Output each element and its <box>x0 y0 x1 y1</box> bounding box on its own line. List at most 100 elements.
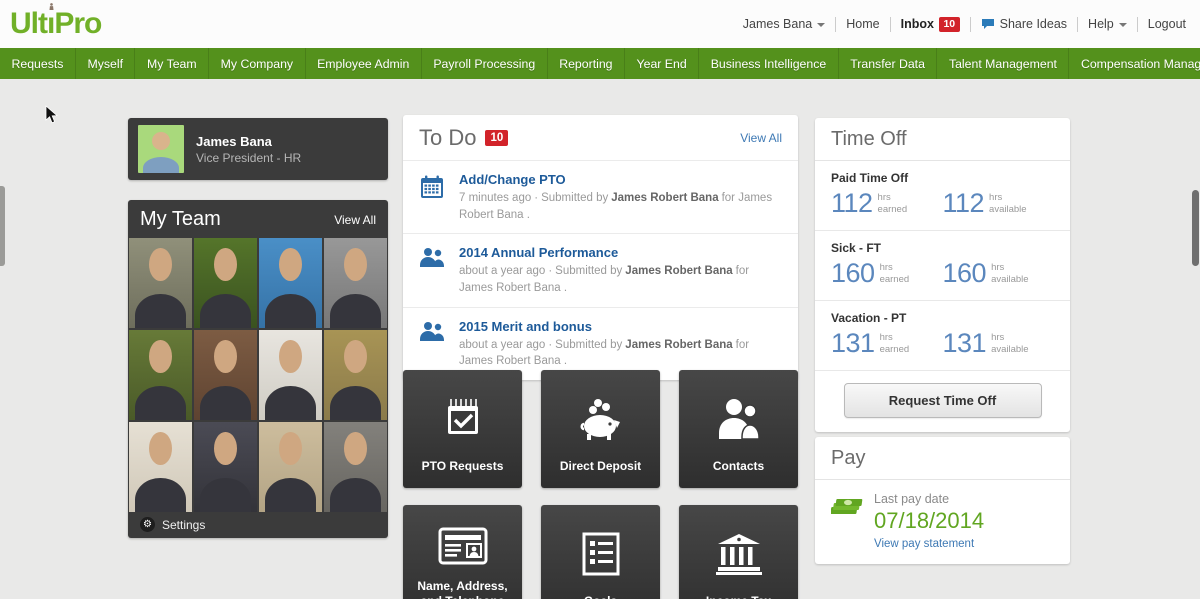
tile-income-tax[interactable]: Income Tax <box>679 505 798 599</box>
nav-item-talent-management[interactable]: Talent Management <box>937 48 1069 79</box>
profile-job-title: Vice President - HR <box>196 151 301 165</box>
team-member-photo[interactable] <box>324 330 387 420</box>
todo-card: To Do 10 View All Add/Change PTO 7 minut… <box>403 115 798 380</box>
team-member-photo[interactable] <box>129 330 192 420</box>
pay-header: Pay <box>815 437 1070 480</box>
earned-unit: hrsearned <box>878 192 908 215</box>
todo-item-title[interactable]: 2015 Merit and bonus <box>459 319 782 334</box>
team-member-photo[interactable] <box>194 330 257 420</box>
my-team-settings[interactable]: ⚙ Settings <box>128 512 388 538</box>
team-member-photo[interactable] <box>324 422 387 512</box>
nav-item-employee-admin[interactable]: Employee Admin <box>306 48 422 79</box>
todo-item-title[interactable]: Add/Change PTO <box>459 172 782 187</box>
money-icon <box>831 492 863 550</box>
last-pay-date-label: Last pay date <box>874 492 984 506</box>
todo-item[interactable]: 2014 Annual Performance about a year ago… <box>403 233 798 306</box>
scrollbar-thumb[interactable] <box>1192 190 1199 266</box>
mouse-cursor <box>45 105 58 124</box>
team-member-photo[interactable] <box>129 238 192 328</box>
available-hours: 112 hrsavailable <box>943 188 1055 219</box>
nav-item-business-intelligence[interactable]: Business Intelligence <box>699 48 839 79</box>
todo-item-meta: about a year ago·Submitted byJames Rober… <box>459 337 782 370</box>
ultipro-logo[interactable]: UltıPro <box>10 9 101 39</box>
quick-tiles: PTO Requests Direct Deposit Contacts Nam… <box>403 370 798 599</box>
logo-text-prefix: Ult <box>10 9 47 39</box>
people-icon <box>419 319 447 370</box>
available-unit: hrsavailable <box>991 262 1029 285</box>
time-off-row-sick-ft: Sick - FT 160 hrsearned 160 hrsavailable <box>815 231 1070 301</box>
people-icon <box>419 245 447 296</box>
inbox-link[interactable]: Inbox 10 <box>901 17 960 32</box>
nav-item-transfer-data[interactable]: Transfer Data <box>839 48 938 79</box>
todo-item-body: 2015 Merit and bonus about a year ago·Su… <box>459 319 782 370</box>
pay-title: Pay <box>831 447 865 469</box>
logout-link[interactable]: Logout <box>1148 17 1186 31</box>
tile-pto-requests[interactable]: PTO Requests <box>403 370 522 488</box>
profile-card[interactable]: James Bana Vice President - HR <box>128 118 388 180</box>
logo-text-suffix: Pro <box>54 9 101 39</box>
tile-goals[interactable]: Goals <box>541 505 660 599</box>
time-off-values: 112 hrsearned 112 hrsavailable <box>831 188 1054 219</box>
time-off-type-label: Sick - FT <box>831 241 1054 255</box>
team-member-photo[interactable] <box>259 330 322 420</box>
nav-item-my-team[interactable]: My Team <box>135 48 209 79</box>
user-menu-label: James Bana <box>743 17 812 31</box>
tile-label: Income Tax <box>700 594 777 599</box>
divider <box>835 17 836 32</box>
share-ideas-link[interactable]: Share Ideas <box>981 17 1067 31</box>
last-pay-date-value: 07/18/2014 <box>874 508 984 534</box>
time-off-card: Time Off Paid Time Off 112 hrsearned 112… <box>815 118 1070 432</box>
my-team-title: My Team <box>140 208 221 231</box>
available-value: 160 <box>943 258 987 289</box>
team-member-photo[interactable] <box>259 238 322 328</box>
todo-item[interactable]: Add/Change PTO 7 minutes ago·Submitted b… <box>403 160 798 233</box>
nav-item-requests[interactable]: Requests <box>0 48 76 79</box>
calendar-icon <box>419 172 447 223</box>
pay-info: Last pay date 07/18/2014 View pay statem… <box>874 492 984 550</box>
logo-i: ı <box>47 9 54 39</box>
nav-item-myself[interactable]: Myself <box>76 48 136 79</box>
my-team-view-all-link[interactable]: View All <box>334 213 376 227</box>
nav-item-year-end[interactable]: Year End <box>625 48 699 79</box>
nav-item-payroll-processing[interactable]: Payroll Processing <box>422 48 548 79</box>
tile-label: PTO Requests <box>416 459 510 488</box>
team-member-photo[interactable] <box>194 238 257 328</box>
avatar <box>138 125 184 173</box>
settings-label: Settings <box>162 518 205 532</box>
time-off-type-label: Vacation - PT <box>831 311 1054 325</box>
earned-value: 112 <box>831 188 873 219</box>
help-menu[interactable]: Help <box>1088 17 1127 31</box>
earned-hours: 131 hrsearned <box>831 328 943 359</box>
todo-item-title[interactable]: 2014 Annual Performance <box>459 245 782 260</box>
nav-item-compensation-management[interactable]: Compensation Management <box>1069 48 1200 79</box>
time-off-row-paid-time-off: Paid Time Off 112 hrsearned 112 hrsavail… <box>815 161 1070 231</box>
nav-item-my-company[interactable]: My Company <box>209 48 305 79</box>
team-member-photo[interactable] <box>194 422 257 512</box>
divider <box>890 17 891 32</box>
my-team-card: My Team View All ⚙ Settings <box>128 200 388 538</box>
gear-icon: ⚙ <box>140 517 155 532</box>
todo-item-body: Add/Change PTO 7 minutes ago·Submitted b… <box>459 172 782 223</box>
request-time-off-button[interactable]: Request Time Off <box>844 383 1042 418</box>
team-member-photo[interactable] <box>129 422 192 512</box>
nav-item-reporting[interactable]: Reporting <box>548 48 625 79</box>
tile-name-address-telephone[interactable]: Name, Address, and Telephone <box>403 505 522 599</box>
tile-contacts[interactable]: Contacts <box>679 370 798 488</box>
todo-view-all-link[interactable]: View All <box>740 131 782 145</box>
left-panel-handle[interactable] <box>0 186 5 266</box>
view-pay-statement-link[interactable]: View pay statement <box>874 538 984 550</box>
earned-unit: hrsearned <box>880 332 910 355</box>
team-member-photo[interactable] <box>324 238 387 328</box>
tile-direct-deposit[interactable]: Direct Deposit <box>541 370 660 488</box>
user-menu[interactable]: James Bana <box>743 17 825 31</box>
divider <box>1137 17 1138 32</box>
team-member-photo[interactable] <box>259 422 322 512</box>
earned-hours: 112 hrsearned <box>831 188 943 219</box>
available-value: 112 <box>943 188 985 219</box>
earned-value: 160 <box>831 258 875 289</box>
home-link[interactable]: Home <box>846 17 879 31</box>
time-off-header: Time Off <box>815 118 1070 161</box>
time-off-values: 131 hrsearned 131 hrsavailable <box>831 328 1054 359</box>
todo-item-meta: about a year ago·Submitted byJames Rober… <box>459 263 782 296</box>
calendar-check-icon <box>441 370 485 459</box>
